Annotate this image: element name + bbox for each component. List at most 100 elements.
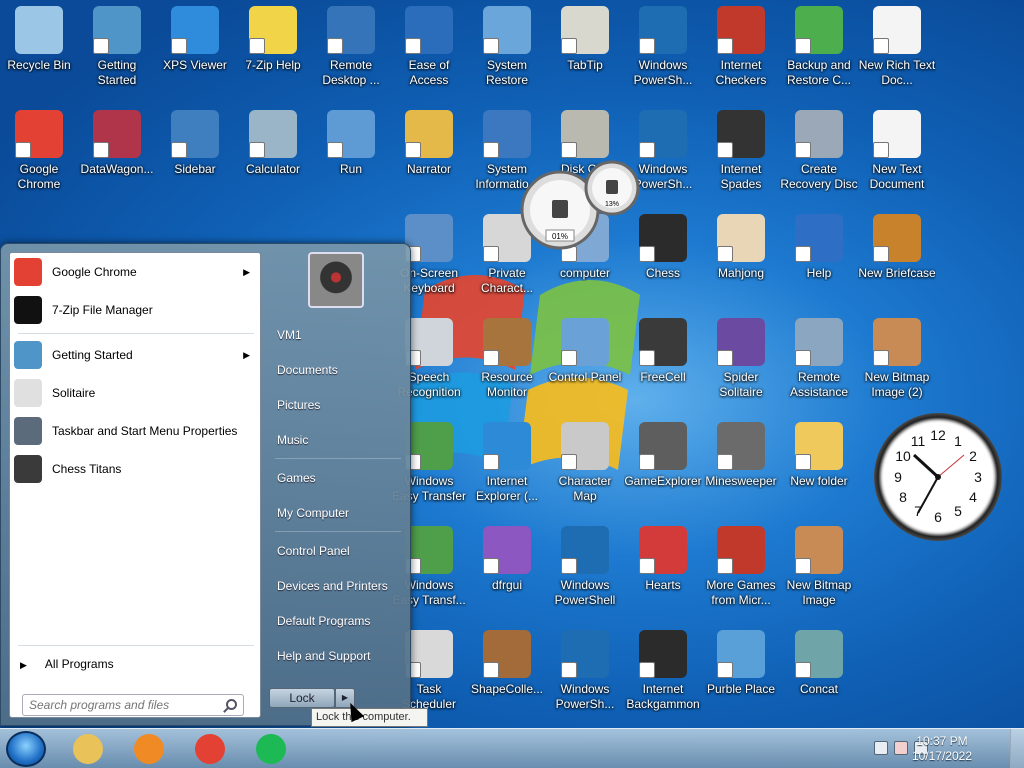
desktop-icon[interactable]: New Rich Text Doc... — [858, 0, 936, 100]
program-icon — [561, 318, 609, 366]
desktop-icon[interactable]: Hearts — [624, 520, 702, 620]
taskbar-explorer-button[interactable] — [62, 732, 114, 766]
desktop-icon[interactable]: Internet Explorer (... — [468, 416, 546, 516]
search-input[interactable] — [29, 695, 219, 715]
desktop-icon[interactable]: TabTip — [546, 0, 624, 100]
desktop-icon[interactable]: Internet Spades — [702, 104, 780, 204]
desktop-icon[interactable]: GameExplorer — [624, 416, 702, 516]
desktop-icon[interactable]: Minesweeper — [702, 416, 780, 516]
desktop-icon[interactable]: Narrator — [390, 104, 468, 204]
desktop-icon[interactable]: Windows PowerShell — [546, 520, 624, 620]
desktop-icon[interactable]: Sidebar — [156, 104, 234, 204]
start-menu-item[interactable]: Solitaire — [14, 375, 258, 411]
start-menu-item-label: Google Chrome — [52, 265, 137, 279]
action-center-icon[interactable] — [874, 741, 888, 755]
desktop-icon-label: ShapeColle... — [470, 682, 544, 696]
desktop-icon[interactable]: Control Panel — [546, 312, 624, 412]
taskbar-chrome-button[interactable] — [184, 732, 236, 766]
start-menu-item[interactable]: Taskbar and Start Menu Properties — [14, 413, 258, 449]
desktop-icon[interactable]: Backup and Restore C... — [780, 0, 858, 100]
start-menu-link[interactable]: Documents — [271, 355, 406, 385]
submenu-arrow-icon[interactable]: ▶ — [243, 267, 250, 278]
user-picture[interactable] — [308, 252, 364, 308]
desktop-icon[interactable]: Remote Desktop ... — [312, 0, 390, 100]
clock-gadget[interactable]: 1212 345 678 91011 — [874, 413, 1002, 541]
start-menu-link[interactable]: Games — [271, 463, 406, 493]
program-icon — [717, 630, 765, 678]
taskbar-media-player-button[interactable] — [123, 732, 175, 766]
start-menu-link[interactable]: Devices and Printers — [271, 571, 406, 601]
lock-button[interactable]: Lock — [269, 688, 335, 708]
program-icon — [14, 296, 42, 324]
search-icon[interactable] — [226, 699, 237, 710]
submenu-arrow-icon[interactable]: ▶ — [243, 350, 250, 361]
triangle-right-icon: ▶ — [20, 660, 27, 670]
desktop-icon[interactable]: Create Recovery Disc — [780, 104, 858, 204]
start-menu-programs-pane: Google Chrome ▶ 7-Zip File Manager Getting… — [9, 252, 261, 718]
desktop-icon[interactable]: System Restore — [468, 0, 546, 100]
desktop-icon[interactable]: Mahjong — [702, 208, 780, 308]
desktop-icon[interactable]: Recycle Bin — [0, 0, 78, 100]
desktop-icon[interactable]: DataWagon... — [78, 104, 156, 204]
desktop-icon[interactable]: Spider Solitaire — [702, 312, 780, 412]
desktop-icon[interactable]: Resource Monitor — [468, 312, 546, 412]
desktop-icon[interactable]: Remote Assistance — [780, 312, 858, 412]
program-icon — [171, 6, 219, 54]
all-programs-link[interactable]: ▶ All Programs — [20, 657, 114, 671]
desktop-icon[interactable]: Concat — [780, 624, 858, 724]
start-menu-link[interactable]: Control Panel — [271, 536, 406, 566]
desktop-icon[interactable]: New folder — [780, 416, 858, 516]
desktop-icon-label: Internet Spades — [720, 162, 762, 191]
cpu-meter-gadget[interactable]: 01% 13% — [516, 160, 644, 250]
start-menu-link[interactable]: Music — [271, 425, 406, 455]
search-box[interactable] — [22, 694, 244, 716]
desktop-icon[interactable]: Internet Backgammon — [624, 624, 702, 724]
desktop-icon[interactable]: Windows PowerSh... — [546, 624, 624, 724]
desktop-icon-label: Run — [339, 162, 362, 176]
system-clock[interactable]: 10:37 PM 10/17/2022 — [912, 734, 972, 764]
desktop-icon[interactable]: Internet Checkers — [702, 0, 780, 100]
start-menu-link[interactable]: Default Programs — [271, 606, 406, 636]
desktop-icon[interactable]: ShapeColle... — [468, 624, 546, 724]
start-menu-link[interactable]: My Computer — [271, 498, 406, 528]
network-icon[interactable] — [894, 741, 908, 755]
start-menu-item[interactable]: Getting Started ▶ — [14, 337, 258, 373]
show-desktop-button[interactable] — [1010, 729, 1024, 768]
desktop-icon-label: System Restore — [485, 58, 529, 87]
start-menu-link[interactable]: VM1 — [271, 320, 406, 350]
svg-text:2: 2 — [969, 448, 977, 464]
desktop-icon[interactable]: Purble Place — [702, 624, 780, 724]
start-button[interactable] — [6, 731, 46, 767]
desktop-icon[interactable]: 7-Zip Help — [234, 0, 312, 100]
start-menu-item[interactable]: Google Chrome ▶ — [14, 254, 258, 290]
desktop-icon[interactable]: Run — [312, 104, 390, 204]
desktop-icon[interactable]: FreeCell — [624, 312, 702, 412]
svg-text:8: 8 — [899, 489, 907, 505]
media-player-icon — [134, 734, 164, 764]
desktop-icon[interactable]: XPS Viewer — [156, 0, 234, 100]
desktop-icon[interactable]: New Briefcase — [858, 208, 936, 308]
start-menu-link[interactable]: Help and Support — [271, 641, 406, 671]
start-menu-item[interactable]: Chess Titans — [14, 451, 258, 487]
desktop-icon[interactable]: Windows PowerSh... — [624, 0, 702, 100]
start-menu-link[interactable]: Pictures — [271, 390, 406, 420]
program-icon — [405, 630, 453, 678]
desktop-icon[interactable]: New Bitmap Image (2) — [858, 312, 936, 412]
desktop-icon[interactable]: New Text Document — [858, 104, 936, 204]
desktop-icon[interactable]: Getting Started — [78, 0, 156, 100]
desktop-icon[interactable]: dfrgui — [468, 520, 546, 620]
start-menu-item-label: 7-Zip File Manager — [52, 303, 153, 317]
desktop-icon[interactable]: More Games from Micr... — [702, 520, 780, 620]
start-menu-item-label: Getting Started — [52, 348, 133, 362]
desktop-icon[interactable]: New Bitmap Image — [780, 520, 858, 620]
desktop-icon[interactable]: Calculator — [234, 104, 312, 204]
desktop-icon[interactable]: Character Map — [546, 416, 624, 516]
desktop-icon[interactable]: Ease of Access — [390, 0, 468, 100]
start-menu-item[interactable]: 7-Zip File Manager — [14, 292, 258, 328]
desktop-icon[interactable]: Help — [780, 208, 858, 308]
desktop-icon-label: New Rich Text Doc... — [858, 58, 936, 87]
start-menu: Google Chrome ▶ 7-Zip File Manager Getting… — [0, 243, 411, 726]
desktop-icon[interactable]: Google Chrome — [0, 104, 78, 204]
taskbar-spotify-button[interactable] — [245, 732, 297, 766]
desktop-icon-label: Windows PowerSh... — [555, 682, 615, 711]
